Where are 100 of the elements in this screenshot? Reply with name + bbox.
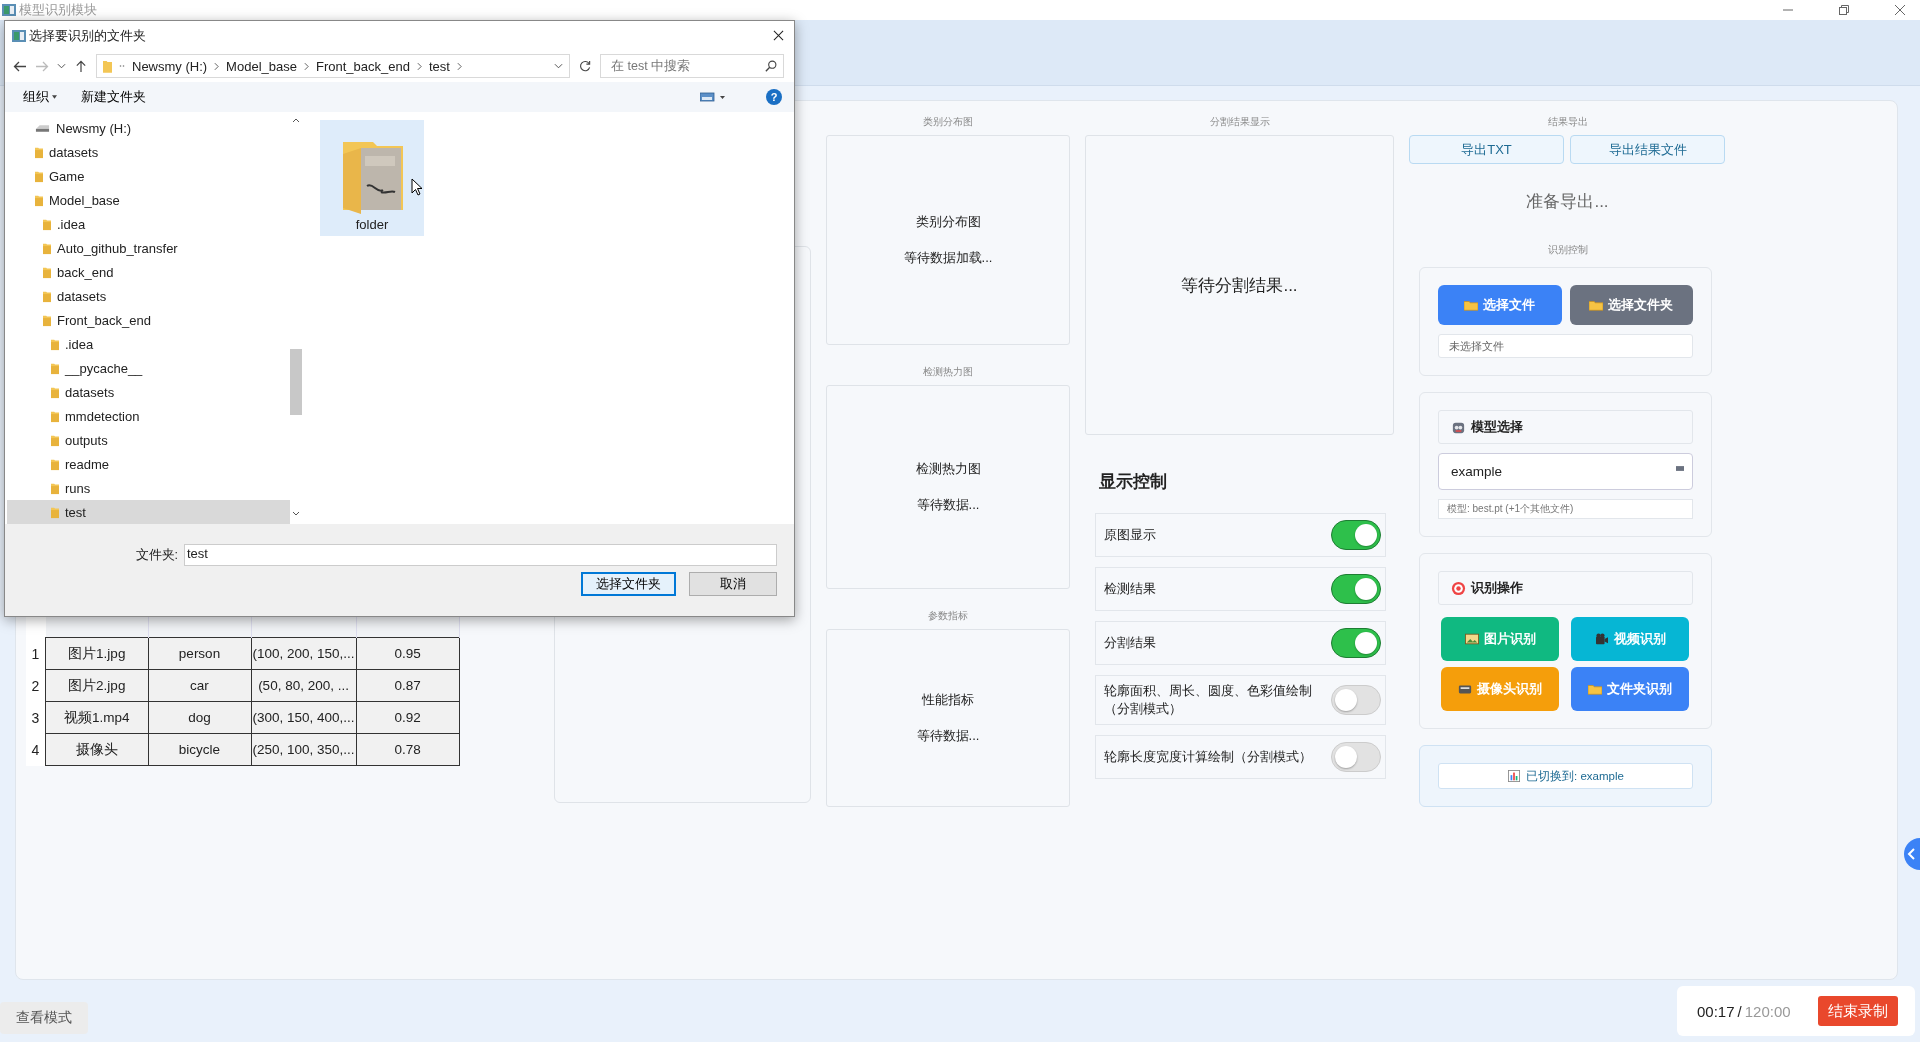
- restore-icon[interactable]: [1838, 4, 1850, 16]
- search-field[interactable]: 在 test 中搜索: [600, 54, 784, 78]
- recognize-button[interactable]: 文件夹识别: [1571, 667, 1689, 711]
- dialog-title: 选择要识别的文件夹: [29, 26, 146, 45]
- folder-icon: [51, 457, 59, 471]
- toggle-switch[interactable]: [1331, 628, 1381, 658]
- breadcrumb[interactable]: Front_back_end: [315, 58, 410, 74]
- folder-tree-item[interactable]: Newsmy (H:): [7, 116, 290, 140]
- toggle-label: 原图显示: [1104, 526, 1157, 544]
- folder-tree-item[interactable]: outputs: [7, 428, 290, 452]
- export-button[interactable]: 导出TXT: [1409, 135, 1564, 164]
- folder-tree-item[interactable]: datasets: [7, 380, 290, 404]
- help-button[interactable]: ?: [766, 89, 782, 105]
- table-cell: dog: [148, 701, 251, 734]
- table-cell: 0.87: [356, 669, 460, 702]
- view-icon[interactable]: [700, 92, 726, 102]
- folder-tree-item[interactable]: .idea: [7, 212, 290, 236]
- folder-icon: [1589, 299, 1604, 311]
- row-number: 1: [26, 637, 46, 670]
- segmentation-status: 等待分割结果...: [1181, 274, 1298, 297]
- file-status-field: 未选择文件: [1438, 334, 1693, 358]
- folder-icon: [35, 145, 43, 159]
- folder-tree-item[interactable]: datasets: [7, 140, 290, 164]
- chevron-down-icon[interactable]: [57, 63, 66, 69]
- folder-tree-item[interactable]: Front_back_end: [7, 308, 290, 332]
- status-field: 已切换到: example: [1438, 763, 1693, 789]
- export-button[interactable]: 导出结果文件: [1570, 135, 1725, 164]
- mode-button[interactable]: 查看模式: [0, 1002, 88, 1034]
- table-cell: 0.78: [356, 733, 460, 766]
- bar-chart-icon: [1507, 770, 1522, 782]
- select-folder-button[interactable]: 选择文件夹: [581, 572, 676, 596]
- folder-icon: [43, 265, 51, 279]
- table-cell: 摄像头: [45, 733, 148, 766]
- chart-title: 检测热力图: [915, 460, 981, 478]
- section-heading: 显示控制: [1099, 471, 1168, 493]
- card-title: 识别操作: [1471, 579, 1523, 597]
- app-icon: [12, 29, 26, 42]
- app-icon: [2, 4, 16, 16]
- drive-icon: [35, 124, 50, 132]
- folder-icon: [35, 169, 43, 183]
- refresh-icon[interactable]: [578, 59, 592, 73]
- table-cell: 0.92: [356, 701, 460, 734]
- up-arrow-icon[interactable]: [74, 59, 88, 73]
- folder-name-field[interactable]: test: [184, 544, 777, 566]
- elapsed-time: 00:17: [1697, 1002, 1735, 1020]
- stop-recording-button[interactable]: 结束录制: [1817, 996, 1898, 1026]
- forward-arrow-icon[interactable]: [35, 59, 49, 73]
- model-select[interactable]: example: [1438, 453, 1693, 490]
- chevron-right-icon[interactable]: [416, 61, 422, 71]
- toggle-switch[interactable]: [1331, 520, 1381, 550]
- toggle-switch[interactable]: [1331, 574, 1381, 604]
- chevron-right-icon[interactable]: [456, 61, 462, 71]
- back-arrow-icon[interactable]: [13, 59, 27, 73]
- table-cell: bicycle: [148, 733, 251, 766]
- folder-icon: [51, 337, 59, 351]
- select-button[interactable]: 选择文件: [1438, 285, 1562, 325]
- folder-tree-item[interactable]: datasets: [7, 284, 290, 308]
- folder-label: 文件夹:: [135, 546, 178, 564]
- folder-icon: [35, 193, 43, 207]
- folder-icon: [51, 385, 59, 399]
- folder-tree-item[interactable]: Auto_github_transfer: [7, 236, 290, 260]
- chart-title: 性能指标: [922, 691, 974, 709]
- folder-tree-item[interactable]: .idea: [7, 332, 290, 356]
- search-icon: [765, 60, 777, 72]
- folder-item[interactable]: folder: [320, 120, 424, 236]
- folder-icon: [51, 505, 59, 519]
- breadcrumb[interactable]: Newsmy (H:): [132, 58, 208, 74]
- breadcrumb[interactable]: test: [428, 58, 450, 74]
- folder-tree-item[interactable]: __pycache__: [7, 356, 290, 380]
- section-label: 参数指标: [927, 609, 969, 623]
- chevron-right-icon[interactable]: [303, 61, 309, 71]
- organize-menu[interactable]: 组织: [21, 86, 59, 108]
- folder-tree-item[interactable]: Model_base: [7, 188, 290, 212]
- folder-tree-item[interactable]: runs: [7, 476, 290, 500]
- address-bar[interactable]: Newsmy (H:) Model_base Front_back_end test: [96, 54, 570, 78]
- folder-tree-item[interactable]: test: [7, 500, 290, 524]
- scroll-down-icon[interactable]: [292, 511, 300, 516]
- folder-tree-item[interactable]: readme: [7, 452, 290, 476]
- export-status: 准备导出...: [1525, 191, 1610, 213]
- window-title: 模型识别模块: [19, 1, 97, 19]
- target-icon: [1451, 580, 1466, 596]
- table-cell: (100, 200, 150,...: [251, 637, 357, 670]
- section-label: 检测热力图: [922, 365, 974, 379]
- table-cell: person: [148, 637, 251, 670]
- chevron-down-icon[interactable]: [554, 63, 563, 69]
- chevron-right-icon[interactable]: [214, 61, 220, 71]
- scrollbar-thumb[interactable]: [290, 349, 302, 415]
- toggle-label: 轮廓面积、周长、圆度、色彩值绘制（分割模式）: [1104, 682, 1313, 718]
- folder-tree-item[interactable]: Game: [7, 164, 290, 188]
- cancel-button[interactable]: 取消: [689, 572, 777, 596]
- table-cell: 0.95: [356, 637, 460, 670]
- section-label: 识别控制: [1546, 243, 1589, 257]
- close-icon[interactable]: [773, 30, 784, 41]
- folder-tree-item[interactable]: back_end: [7, 260, 290, 284]
- new-folder-button[interactable]: 新建文件夹: [79, 86, 148, 108]
- folder-tree-item[interactable]: mmdetection: [7, 404, 290, 428]
- select-button[interactable]: 选择文件夹: [1569, 285, 1693, 325]
- breadcrumb[interactable]: Model_base: [226, 58, 297, 74]
- scroll-up-icon[interactable]: [292, 118, 300, 123]
- close-icon[interactable]: [1894, 4, 1906, 16]
